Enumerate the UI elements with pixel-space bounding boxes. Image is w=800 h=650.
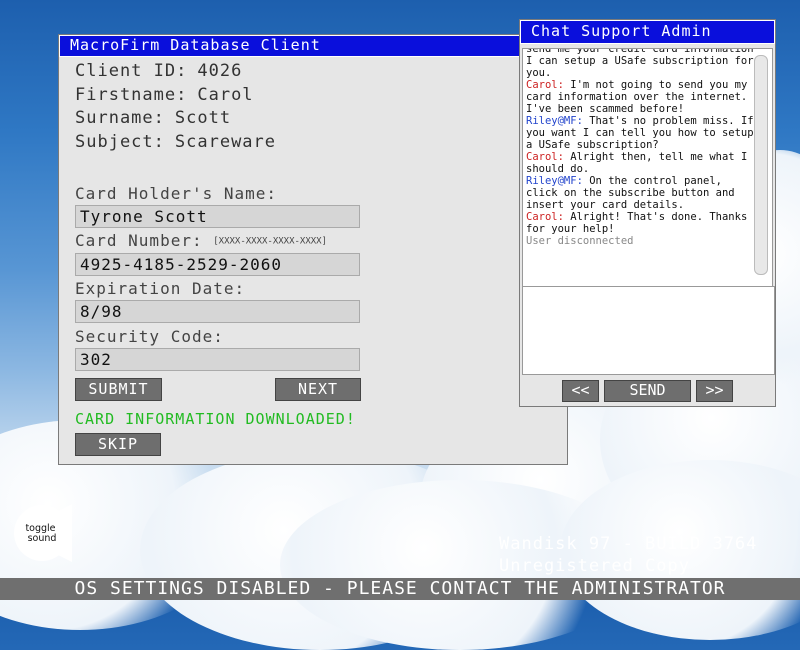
database-client-titlebar[interactable]: MacroFirm Database Client bbox=[59, 35, 567, 57]
subject-row: Subject: Scareware bbox=[75, 132, 286, 152]
chat-support-window: Chat Support Admin send me your credit c… bbox=[519, 19, 776, 407]
surname-row: Surname: Scott bbox=[75, 108, 241, 128]
subject-label: Subject: bbox=[75, 132, 165, 152]
client-id-row: Client ID: 4026 bbox=[75, 61, 252, 81]
submit-button[interactable]: SUBMIT bbox=[75, 378, 162, 401]
card-number-label-row: Card Number: [XXXX-XXXX-XXXX-XXXX] bbox=[75, 231, 327, 250]
chat-log[interactable]: send me your credit card information I c… bbox=[522, 48, 773, 296]
surname-label: Surname: bbox=[75, 108, 165, 128]
speaker-icon: toggle sound bbox=[14, 504, 72, 562]
chat-send-button[interactable]: SEND bbox=[604, 380, 691, 402]
chat-sender-carol: Carol: bbox=[526, 211, 564, 223]
subject-value: Scareware bbox=[174, 132, 277, 152]
expiration-date-label: Expiration Date: bbox=[75, 279, 246, 298]
os-settings-banner: OS SETTINGS DISABLED - PLEASE CONTACT TH… bbox=[0, 578, 800, 600]
card-holder-field[interactable]: Tyrone Scott bbox=[75, 205, 360, 228]
chat-window-title: Chat Support Admin bbox=[531, 22, 712, 40]
chat-sender-carol: Carol: bbox=[526, 79, 564, 91]
security-code-label: Security Code: bbox=[75, 327, 224, 346]
chat-messages: send me your credit card information I c… bbox=[526, 48, 754, 247]
card-holder-label: Card Holder's Name: bbox=[75, 184, 278, 203]
chat-previous-button[interactable]: << bbox=[562, 380, 599, 402]
client-id-value: 4026 bbox=[197, 61, 243, 81]
toggle-sound-button[interactable]: toggle sound bbox=[12, 504, 72, 562]
card-number-field[interactable]: 4925-4185-2529-2060 bbox=[75, 253, 360, 276]
chat-input[interactable] bbox=[522, 286, 775, 375]
next-button[interactable]: NEXT bbox=[275, 378, 361, 401]
chat-sender-riley: Riley@MF: bbox=[526, 175, 583, 187]
database-client-window: MacroFirm Database Client Client ID: 4026… bbox=[58, 34, 568, 465]
card-number-label: Card Number: bbox=[75, 231, 203, 250]
skip-button[interactable]: SKIP bbox=[75, 433, 161, 456]
security-code-field[interactable]: 302 bbox=[75, 348, 360, 371]
build-version: Wandisk 97 - BUILD 3764 bbox=[499, 534, 758, 554]
status-message: CARD INFORMATION DOWNLOADED! bbox=[75, 410, 356, 428]
surname-value: Scott bbox=[174, 108, 232, 128]
chat-sender-carol: Carol: bbox=[526, 151, 564, 163]
client-id-label: Client ID: bbox=[75, 61, 188, 81]
chat-system-message: User disconnected bbox=[526, 235, 634, 247]
expiration-date-field[interactable]: 8/98 bbox=[75, 300, 360, 323]
firstname-value: Carol bbox=[197, 85, 254, 105]
chat-titlebar[interactable]: Chat Support Admin bbox=[520, 20, 775, 44]
window-title: MacroFirm Database Client bbox=[70, 36, 321, 54]
chat-sender-riley: Riley@MF: bbox=[526, 115, 583, 127]
card-number-format-hint: [XXXX-XXXX-XXXX-XXXX] bbox=[213, 236, 328, 247]
firstname-label: Firstname: bbox=[75, 85, 188, 105]
firstname-row: Firstname: Carol bbox=[75, 85, 264, 105]
toggle-sound-line-2: sound bbox=[28, 533, 57, 544]
chat-next-button[interactable]: >> bbox=[696, 380, 733, 402]
registration-status: Unregistered Copy bbox=[499, 556, 690, 576]
build-info: Wandisk 97 - BUILD 3764 Unregistered Cop… bbox=[499, 533, 757, 577]
chat-scrollbar[interactable] bbox=[754, 55, 768, 275]
toggle-sound-label: toggle sound bbox=[25, 523, 58, 544]
chat-message: send me your credit card information I c… bbox=[526, 48, 754, 79]
